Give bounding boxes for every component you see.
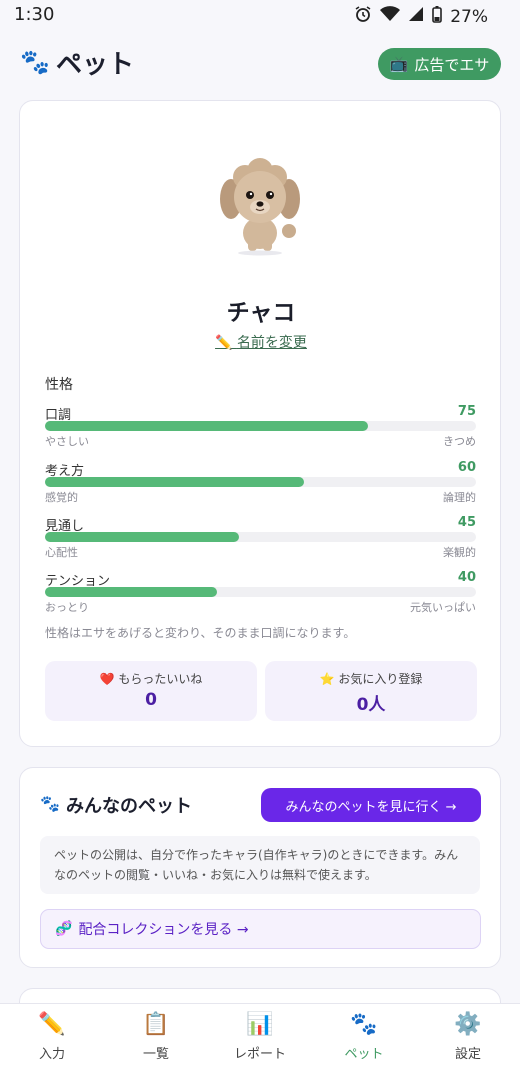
collection-button[interactable]: 🧬 配合コレクションを見る →	[40, 909, 481, 949]
battery-percent: 27%	[450, 6, 488, 27]
nav-pet[interactable]: 🐾 ペット	[312, 1004, 416, 1076]
likes-label-text: もらったいいね	[118, 672, 203, 686]
trait-bar-fill	[45, 532, 239, 542]
battery-icon	[432, 5, 443, 28]
favorites-label: ⭐ お気に入り登録	[265, 670, 477, 687]
trait-bar-fill	[45, 587, 218, 597]
rename-label: 名前を変更	[236, 335, 307, 351]
pencil-icon: ✏️	[38, 1012, 66, 1037]
heart-icon: ❤️	[99, 672, 115, 686]
nav-label: ペット	[344, 1047, 384, 1062]
trait-high-label: 元気いっぱい	[410, 601, 476, 614]
pet-card: チャコ ✏️ 名前を変更 性格 口調 75 やさしい きつめ 考え方 60 感覚…	[19, 100, 501, 747]
trait-bar-fill	[45, 421, 369, 431]
trait-high-label: きつめ	[443, 435, 476, 448]
trait-tension: テンション 40 おっとり 元気いっぱい	[45, 570, 476, 616]
nav-label: 一覧	[142, 1047, 169, 1062]
nav-report[interactable]: 📊 レポート	[208, 1004, 312, 1076]
personality-heading: 性格	[45, 377, 73, 393]
trait-low-label: 感覚的	[45, 491, 78, 504]
status-bar: 1:30 27%	[0, 0, 520, 30]
nav-label: 入力	[38, 1047, 65, 1062]
tv-icon: 📺	[389, 55, 409, 73]
star-icon: ⭐	[319, 672, 335, 686]
personality-note: 性格はエサをあげると変わり、そのまま口調になります。	[45, 626, 356, 640]
rename-link[interactable]: ✏️ 名前を変更	[20, 332, 502, 352]
gear-icon: ⚙️	[454, 1012, 482, 1037]
community-card: 🐾 みんなのペット みんなのペットを見に行く → ペットの公開は、自分で作ったキ…	[19, 767, 501, 968]
pencil-icon: ✏️	[215, 335, 233, 351]
favorites-stat: ⭐ お気に入り登録 0人	[265, 661, 477, 721]
nav-input[interactable]: ✏️ 入力	[0, 1004, 104, 1076]
status-time: 1:30	[14, 4, 55, 25]
trait-low-label: おっとり	[45, 601, 89, 614]
bar-chart-icon: 📊	[246, 1012, 274, 1037]
ad-feed-label: 広告でエサ	[414, 55, 490, 74]
trait-value: 40	[457, 570, 476, 585]
alarm-icon	[354, 5, 372, 28]
likes-count: 0	[145, 690, 157, 710]
trait-outlook: 見通し 45 心配性 楽観的	[45, 515, 476, 561]
paw-icon: 🐾	[40, 794, 60, 813]
paw-icon: 🐾	[20, 48, 50, 76]
trait-tone: 口調 75 やさしい きつめ	[45, 404, 476, 450]
trait-low-label: 心配性	[45, 546, 78, 559]
pet-name: チャコ	[226, 300, 296, 326]
paw-icon: 🐾	[350, 1012, 378, 1037]
trait-bar-track	[45, 587, 476, 597]
nav-settings[interactable]: ⚙️ 設定	[416, 1004, 520, 1076]
nav-label: レポート	[233, 1047, 286, 1062]
clipboard-icon: 📋	[142, 1012, 170, 1037]
page-title: ペット	[56, 50, 135, 80]
collection-label: 配合コレクションを見る →	[78, 922, 249, 938]
community-title: みんなのペット	[66, 796, 192, 817]
trait-bar-fill	[45, 477, 304, 487]
trait-low-label: やさしい	[45, 435, 89, 448]
trait-value: 75	[457, 404, 476, 419]
trait-high-label: 楽観的	[443, 546, 476, 559]
likes-label: ❤️ もらったいいね	[45, 670, 257, 687]
signal-icon	[408, 6, 424, 27]
status-icons: 27%	[354, 5, 488, 28]
favorites-count: 0人	[356, 695, 386, 715]
likes-stat: ❤️ もらったいいね 0	[45, 661, 257, 721]
wifi-icon	[380, 6, 401, 27]
dna-icon: 🧬	[55, 921, 73, 937]
view-all-pets-button[interactable]: みんなのペットを見に行く →	[261, 788, 481, 822]
bottom-nav: ✏️ 入力 📋 一覧 📊 レポート 🐾 ペット ⚙️ 設定	[0, 1003, 520, 1076]
ad-feed-button[interactable]: 📺 広告でエサ	[378, 48, 501, 80]
trait-high-label: 論理的	[443, 491, 476, 504]
trait-thinking: 考え方 60 感覚的 論理的	[45, 460, 476, 506]
favorites-label-text: お気に入り登録	[338, 672, 423, 686]
nav-label: 設定	[454, 1047, 481, 1062]
trait-bar-track	[45, 421, 476, 431]
pet-image	[205, 147, 315, 257]
community-info: ペットの公開は、自分で作ったキャラ(自作キャラ)のときにできます。みんなのペット…	[40, 836, 480, 894]
trait-bar-track	[45, 477, 476, 487]
app-header: 🐾 ペット 📺 広告でエサ	[0, 30, 520, 96]
trait-bar-track	[45, 532, 476, 542]
nav-list[interactable]: 📋 一覧	[104, 1004, 208, 1076]
trait-value: 60	[457, 460, 476, 475]
trait-value: 45	[457, 515, 476, 530]
